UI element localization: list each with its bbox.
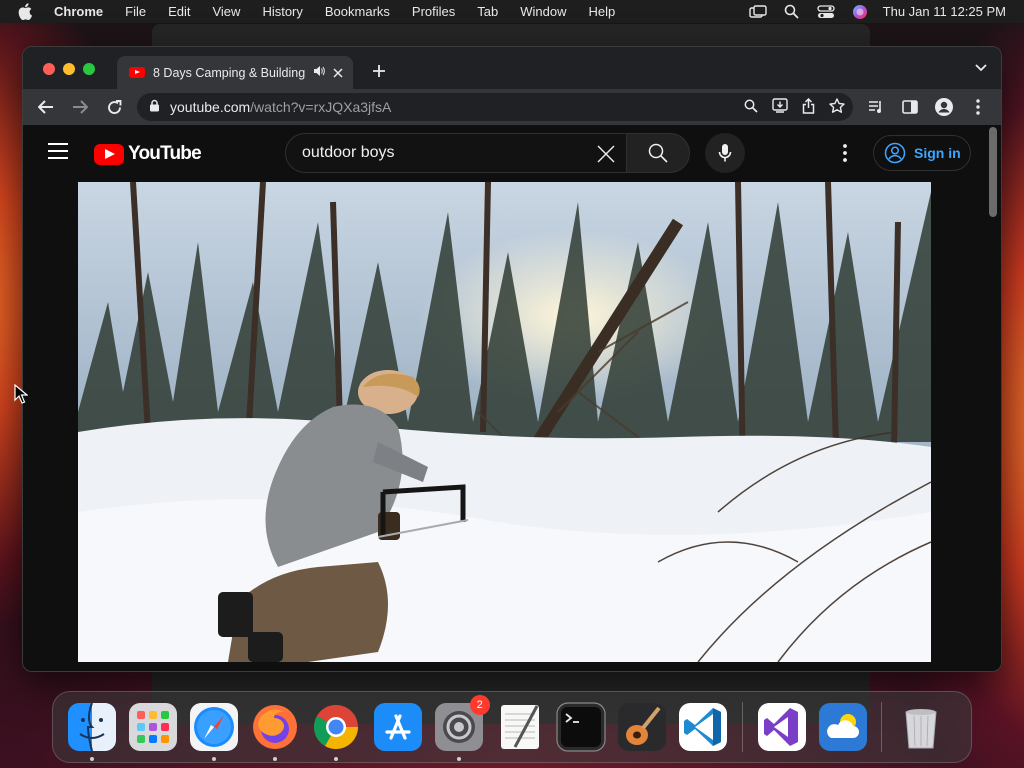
- firefox-icon[interactable]: [250, 702, 300, 761]
- reload-button[interactable]: [99, 93, 129, 121]
- chrome-window: 8 Days Camping & Building youtube.com/wa…: [22, 46, 1002, 672]
- system-settings-icon[interactable]: 2: [434, 695, 490, 761]
- profile-avatar-icon[interactable]: [929, 93, 959, 121]
- running-indicator: [211, 757, 216, 761]
- menu-help[interactable]: Help: [578, 0, 627, 23]
- window-controls: [43, 63, 95, 75]
- vscode-icon[interactable]: [678, 702, 728, 752]
- tab-strip: 8 Days Camping & Building: [23, 47, 1001, 89]
- video-player[interactable]: [78, 182, 931, 662]
- menu-clock[interactable]: Thu Jan 11 12:25 PM: [877, 4, 1024, 19]
- url-path: /watch?v=rxJQXa3jfsA: [250, 99, 392, 115]
- youtube-header: YouTube outdoor boys Sign in: [23, 125, 1001, 182]
- search-input[interactable]: outdoor boys: [285, 133, 627, 173]
- clear-search-icon[interactable]: [594, 142, 618, 166]
- dock-separator: [742, 702, 744, 752]
- tab-audio-icon[interactable]: [313, 65, 325, 80]
- menu-bar: Chrome File Edit View History Bookmarks …: [0, 0, 1024, 23]
- share-icon[interactable]: [802, 97, 815, 117]
- browser-toolbar: youtube.com/watch?v=rxJQXa3jfsA: [23, 89, 1001, 125]
- lock-icon[interactable]: [149, 99, 160, 115]
- running-indicator: [89, 757, 94, 761]
- chrome-icon[interactable]: [311, 702, 361, 761]
- menu-app-name[interactable]: Chrome: [52, 0, 114, 23]
- side-panel-icon[interactable]: [895, 93, 925, 121]
- tab-active[interactable]: 8 Days Camping & Building: [117, 56, 353, 89]
- menu-window[interactable]: Window: [509, 0, 577, 23]
- back-button[interactable]: [31, 93, 61, 121]
- bookmark-star-icon[interactable]: [829, 98, 845, 116]
- new-tab-button[interactable]: [367, 59, 391, 83]
- youtube-wordmark: YouTube: [128, 143, 202, 164]
- zoom-window-button[interactable]: [83, 63, 95, 75]
- zoom-search-icon[interactable]: [744, 99, 758, 116]
- microphone-icon: [718, 144, 732, 162]
- minimize-window-button[interactable]: [63, 63, 75, 75]
- visual-studio-icon[interactable]: [757, 702, 807, 752]
- install-app-icon[interactable]: [772, 98, 788, 116]
- menu-file[interactable]: File: [114, 0, 157, 23]
- menu-history[interactable]: History: [251, 0, 313, 23]
- settings-kebab-icon[interactable]: [833, 141, 857, 165]
- finder-icon[interactable]: [67, 702, 117, 761]
- page-content: YouTube outdoor boys Sign in: [23, 125, 1001, 671]
- account-circle-icon: [884, 142, 906, 164]
- spotlight-search-icon[interactable]: [775, 0, 809, 23]
- menu-tab[interactable]: Tab: [466, 0, 509, 23]
- garageband-icon[interactable]: [617, 702, 667, 752]
- apple-menu-icon[interactable]: [18, 0, 36, 23]
- running-indicator: [334, 757, 339, 761]
- forward-button[interactable]: [65, 93, 95, 121]
- chrome-menu-icon[interactable]: [963, 93, 993, 121]
- sign-in-button[interactable]: Sign in: [873, 135, 971, 171]
- close-window-button[interactable]: [43, 63, 55, 75]
- youtube-favicon-icon: [129, 67, 145, 78]
- youtube-logo[interactable]: YouTube: [94, 143, 202, 165]
- dock-separator: [881, 702, 883, 752]
- textedit-icon[interactable]: [495, 702, 545, 752]
- weather-icon[interactable]: [818, 702, 868, 752]
- menu-view[interactable]: View: [201, 0, 251, 23]
- search-button[interactable]: [626, 133, 690, 173]
- screen-mirroring-icon[interactable]: [741, 0, 775, 23]
- control-center-icon[interactable]: [809, 0, 843, 23]
- menu-bookmarks[interactable]: Bookmarks: [314, 0, 401, 23]
- tab-search-chevron-icon[interactable]: [975, 61, 987, 75]
- video-frame-image: [78, 182, 931, 662]
- youtube-play-logo-icon: [94, 143, 124, 165]
- app-store-icon[interactable]: [373, 702, 423, 752]
- page-scrollbar[interactable]: [989, 127, 997, 217]
- media-controls-icon[interactable]: [861, 93, 891, 121]
- voice-search-button[interactable]: [705, 133, 745, 173]
- search-icon: [648, 143, 668, 163]
- dock: 2: [52, 691, 972, 763]
- terminal-icon[interactable]: [556, 702, 606, 752]
- guide-menu-icon[interactable]: [48, 143, 68, 164]
- tab-close-icon[interactable]: [333, 65, 343, 81]
- address-bar[interactable]: youtube.com/watch?v=rxJQXa3jfsA: [137, 93, 853, 121]
- notification-badge: 2: [469, 695, 490, 715]
- url-host: youtube.com: [170, 99, 251, 115]
- menu-edit[interactable]: Edit: [157, 0, 201, 23]
- menu-profiles[interactable]: Profiles: [401, 0, 466, 23]
- running-indicator: [456, 757, 461, 761]
- tab-title: 8 Days Camping & Building: [153, 65, 305, 80]
- search-query: outdoor boys: [302, 144, 395, 161]
- safari-icon[interactable]: [189, 702, 239, 761]
- running-indicator: [273, 757, 278, 761]
- mouse-pointer-icon: [14, 383, 29, 409]
- launchpad-icon[interactable]: [128, 702, 178, 752]
- siri-icon[interactable]: [843, 0, 877, 23]
- trash-icon[interactable]: [896, 702, 946, 752]
- sign-in-label: Sign in: [914, 145, 961, 161]
